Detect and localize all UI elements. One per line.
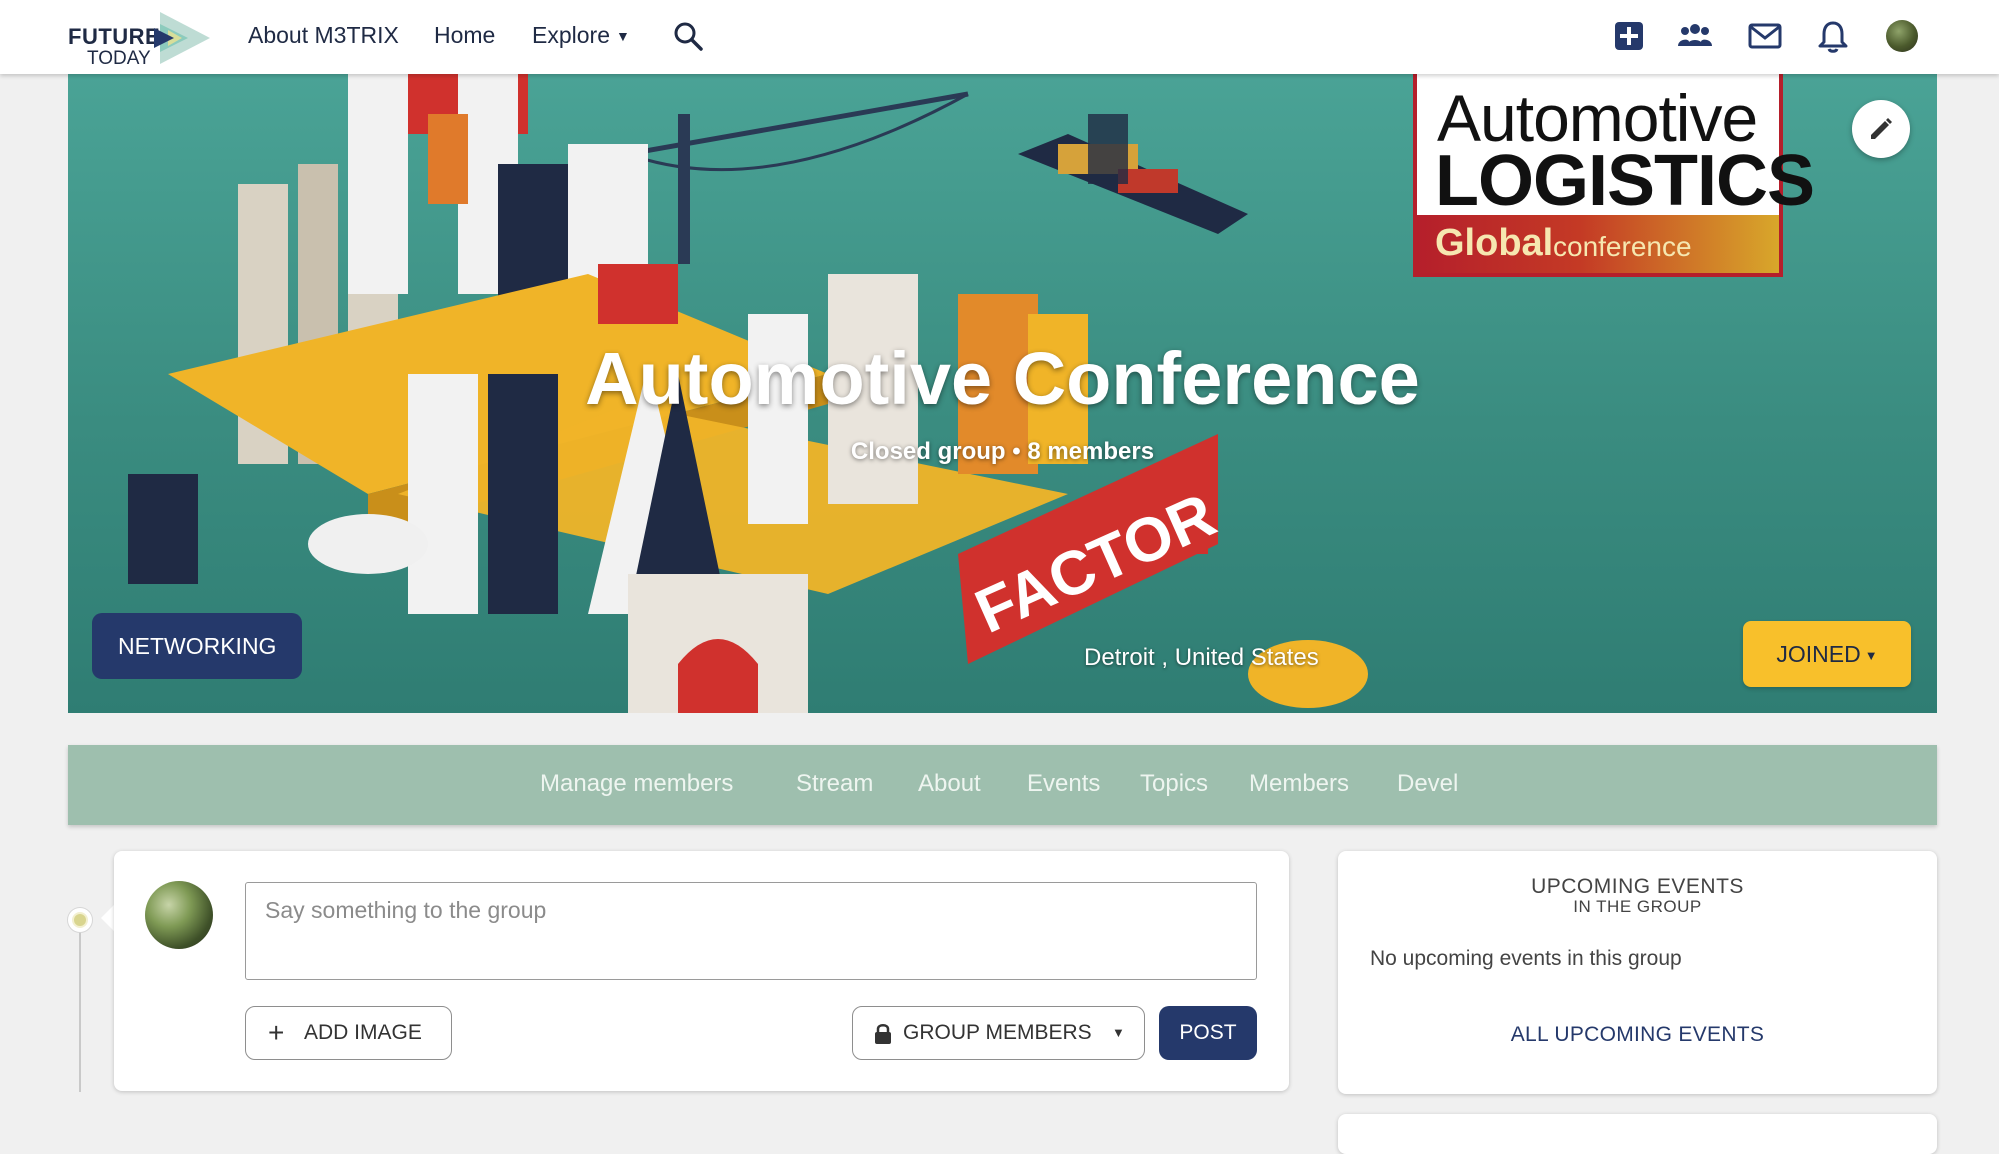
timeline-dot bbox=[68, 908, 92, 932]
notifications-icon[interactable] bbox=[1815, 18, 1851, 54]
tab-about[interactable]: About bbox=[918, 770, 981, 798]
chevron-down-icon: ▼ bbox=[615, 28, 630, 44]
sponsor-logo-automotive-logistics: Automotive LOGISTICS Global conference bbox=[1413, 74, 1815, 277]
group-hero-banner: FACTOR Automotive LOGISTICS Global confe… bbox=[68, 74, 1937, 713]
group-tabs-bar: Manage members Stream About Events Topic… bbox=[68, 745, 1937, 825]
logo-text-line1: FUTURE bbox=[68, 24, 161, 49]
tab-stream[interactable]: Stream bbox=[796, 770, 873, 798]
chevron-down-icon: ▼ bbox=[1864, 648, 1878, 663]
sponsor-line4: conference bbox=[1553, 231, 1692, 262]
edit-cover-button[interactable] bbox=[1852, 100, 1910, 158]
tab-events[interactable]: Events bbox=[1027, 770, 1100, 798]
joined-dropdown-button[interactable]: JOINED ▼ bbox=[1743, 621, 1911, 687]
create-post-icon[interactable] bbox=[1611, 18, 1647, 54]
sponsor-line2: LOGISTICS bbox=[1435, 141, 1815, 221]
no-events-message: No upcoming events in this group bbox=[1370, 947, 1682, 970]
tab-members[interactable]: Members bbox=[1249, 770, 1349, 798]
tab-devel[interactable]: Devel bbox=[1397, 770, 1458, 798]
sponsor-line3: Global bbox=[1435, 222, 1554, 264]
group-meta: Closed group • 8 members bbox=[850, 438, 1155, 465]
post-composer-card: + ADD IMAGE GROUP MEMBERS ▼ POST bbox=[114, 851, 1289, 1091]
nav-link-home[interactable]: Home bbox=[434, 22, 495, 49]
pencil-icon bbox=[1871, 118, 1892, 139]
visibility-dropdown[interactable]: GROUP MEMBERS ▼ bbox=[852, 1006, 1145, 1060]
tab-topics[interactable]: Topics bbox=[1140, 770, 1208, 798]
plus-icon: + bbox=[268, 1017, 285, 1048]
user-avatar[interactable] bbox=[1886, 20, 1918, 52]
search-icon[interactable] bbox=[672, 20, 704, 52]
all-upcoming-events-link[interactable]: ALL UPCOMING EVENTS bbox=[1338, 1023, 1937, 1047]
nav-link-explore-label: Explore bbox=[532, 22, 610, 48]
composer-avatar bbox=[145, 881, 213, 949]
nav-link-explore[interactable]: Explore ▼ bbox=[532, 22, 630, 49]
future-today-logo[interactable]: FUTURE TODAY bbox=[68, 8, 218, 69]
joined-label: JOINED bbox=[1776, 641, 1861, 667]
logo-triangle-icon bbox=[154, 12, 210, 64]
groups-icon[interactable] bbox=[1677, 18, 1713, 54]
post-input[interactable] bbox=[245, 882, 1257, 980]
group-category-badge: NETWORKING bbox=[92, 613, 303, 679]
top-navbar: FUTURE TODAY About M3TRIX Home Explore ▼ bbox=[0, 0, 1999, 74]
add-image-button[interactable]: + ADD IMAGE bbox=[245, 1006, 452, 1060]
group-title: Automotive Conference bbox=[585, 337, 1420, 420]
nav-link-about-m3trix[interactable]: About M3TRIX bbox=[248, 22, 399, 49]
sidebar-card bbox=[1338, 1114, 1937, 1154]
timeline-line bbox=[79, 920, 81, 1092]
upcoming-events-heading: UPCOMING EVENTS bbox=[1531, 875, 1744, 898]
group-location: Detroit , United States bbox=[1084, 644, 1319, 671]
lock-icon bbox=[875, 1024, 891, 1044]
chevron-down-icon: ▼ bbox=[1112, 1025, 1125, 1040]
logo-text-line2: TODAY bbox=[87, 48, 151, 69]
upcoming-events-card: UPCOMING EVENTS IN THE GROUP No upcoming… bbox=[1338, 851, 1937, 1094]
add-image-label: ADD IMAGE bbox=[304, 1021, 422, 1044]
visibility-label: GROUP MEMBERS bbox=[903, 1021, 1092, 1044]
tab-manage-members[interactable]: Manage members bbox=[540, 770, 733, 798]
messages-icon[interactable] bbox=[1747, 18, 1783, 54]
upcoming-events-subheading: IN THE GROUP bbox=[1573, 897, 1702, 916]
post-button[interactable]: POST bbox=[1159, 1006, 1257, 1060]
composer-pointer bbox=[101, 904, 115, 932]
